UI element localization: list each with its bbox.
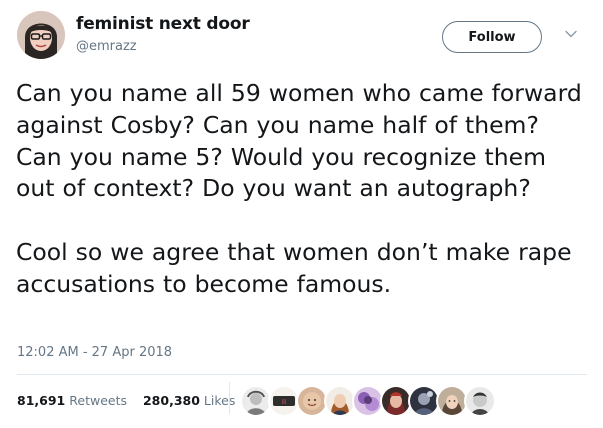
tweet-timestamp[interactable]: 12:02 AM - 27 Apr 2018 <box>17 345 172 360</box>
author-handle[interactable]: @emrazz <box>76 39 137 54</box>
tweet-stats: 81,691 Retweets 280,380 Likes <box>17 393 235 408</box>
chevron-down-icon[interactable] <box>565 30 577 38</box>
likes-stat[interactable]: 280,380 Likes <box>143 393 235 408</box>
liker-avatars: ill <box>240 385 496 417</box>
author-name[interactable]: feminist next door <box>76 14 250 34</box>
retweets-label: Retweets <box>69 393 127 408</box>
follow-button[interactable]: Follow <box>442 21 542 53</box>
retweets-count: 81,691 <box>17 393 66 408</box>
liker-avatar-9[interactable] <box>464 385 496 417</box>
tweet-text: Can you name all 59 women who came forwa… <box>16 79 582 298</box>
author-avatar[interactable] <box>17 11 65 59</box>
retweets-stat[interactable]: 81,691 Retweets <box>17 393 127 408</box>
divider <box>17 374 587 375</box>
svg-text:ill: ill <box>281 399 286 406</box>
likes-label: Likes <box>203 393 236 408</box>
stats-separator <box>229 382 230 414</box>
author-avatar-image <box>17 11 65 59</box>
likes-count: 280,380 <box>142 393 200 408</box>
